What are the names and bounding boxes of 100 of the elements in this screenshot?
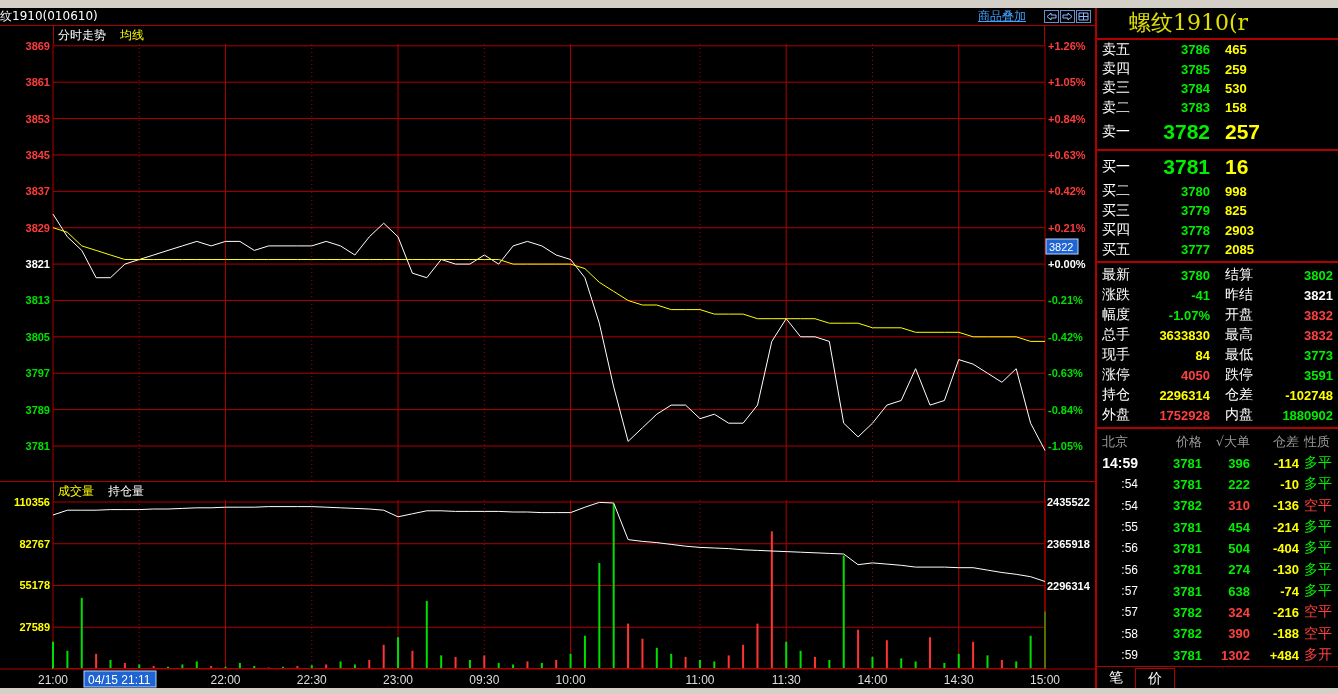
volume-value: 825	[1225, 203, 1248, 219]
axis-label: 3829	[25, 221, 50, 234]
stat-label: 最新	[1102, 266, 1131, 285]
stat-value: 3802	[1303, 267, 1333, 283]
legend-label: 持仓量	[108, 482, 144, 500]
volume-value: 16	[1225, 155, 1250, 180]
legend-label: 均线	[120, 26, 144, 44]
percent-label: +1.26%	[1048, 39, 1086, 52]
tick-nature: 空平	[1304, 603, 1333, 622]
time-label: 11:30	[771, 673, 801, 687]
tick-diff: -216	[1271, 604, 1299, 620]
tick-volume: 1302	[1220, 647, 1250, 663]
tick-price: 3781	[1172, 540, 1202, 556]
stat-label: 昨结	[1225, 286, 1254, 305]
time-label: 14:30	[943, 673, 974, 687]
time-label: 09:30	[469, 673, 500, 687]
tick-nature: 空平	[1304, 496, 1333, 515]
tick-nature: 多平	[1304, 454, 1333, 473]
symbol-title: 纹1910(010610)	[0, 8, 98, 25]
axis-label: 3797	[25, 367, 50, 380]
stat-value: -1.07%	[1167, 307, 1210, 323]
tick-nature: 多平	[1304, 560, 1333, 579]
axis-label: 3789	[25, 403, 50, 416]
stat-label: 最低	[1225, 346, 1254, 365]
volume-value: 2085	[1225, 242, 1255, 257]
axis-label: 2365918	[1047, 537, 1090, 550]
tick-diff: -10	[1279, 476, 1299, 492]
axis-label: 2296314	[1047, 579, 1090, 592]
price-value: 3780	[1180, 183, 1210, 199]
tick-time: :57	[1120, 584, 1138, 599]
column-header: 价格	[1175, 432, 1202, 451]
tick-time: :59	[1120, 648, 1138, 663]
price-value: 3786	[1180, 42, 1210, 58]
stat-label: 开盘	[1225, 306, 1254, 325]
tick-price: 3781	[1172, 583, 1202, 599]
price-value: 3783	[1180, 100, 1210, 116]
stat-label: 现手	[1102, 346, 1131, 365]
time-label: 14:00	[857, 673, 888, 687]
axis-label: 3853	[25, 112, 50, 125]
tick-volume: 638	[1227, 583, 1250, 599]
legend-label: 成交量	[58, 482, 94, 500]
tick-volume: 274	[1227, 562, 1250, 578]
tick-volume: 504	[1227, 540, 1250, 556]
column-header: 北京	[1102, 432, 1129, 451]
stat-value: -41	[1190, 287, 1210, 303]
tick-time: :57	[1120, 605, 1138, 620]
tick-price: 3781	[1172, 519, 1202, 535]
tick-volume: 454	[1227, 519, 1250, 535]
axis-label: 3805	[25, 330, 50, 343]
axis-label: 55178	[19, 579, 50, 592]
tick-price: 3782	[1172, 498, 1202, 514]
axis-label: 3781	[25, 440, 50, 452]
tick-price: 3781	[1172, 476, 1202, 492]
stat-label: 结算	[1225, 266, 1254, 285]
tick-time: :56	[1120, 562, 1138, 577]
volume-value: 257	[1225, 120, 1262, 145]
stat-label: 总手	[1102, 326, 1131, 345]
time-label: 10:00	[555, 673, 586, 687]
percent-label: -0.63%	[1048, 367, 1083, 380]
level-label: 买二	[1102, 182, 1131, 201]
stat-value: 2296314	[1158, 387, 1210, 403]
tick-diff: -114	[1272, 455, 1299, 471]
stat-value: 3821	[1303, 287, 1333, 303]
percent-label: -0.84%	[1048, 403, 1083, 416]
tick-price: 3781	[1172, 647, 1202, 663]
stat-label: 持仓	[1102, 386, 1131, 405]
price-cursor-label: 3822	[1045, 238, 1079, 255]
tick-time: :58	[1120, 626, 1138, 641]
axis-label: 82767	[19, 537, 50, 550]
axis-label: 3861	[25, 76, 50, 89]
time-label: 22:00	[210, 673, 241, 687]
percent-label: -0.42%	[1048, 330, 1083, 343]
tick-nature: 多开	[1304, 646, 1333, 665]
price-value: 3778	[1180, 222, 1210, 238]
axis-label: 3845	[25, 148, 50, 161]
tick-volume: 310	[1227, 498, 1250, 514]
tick-diff: +484	[1268, 647, 1299, 663]
tick-nature: 多平	[1304, 582, 1333, 601]
stat-value: 1752928	[1158, 407, 1210, 423]
percent-label: +0.63%	[1048, 148, 1086, 161]
time-label: 15:00	[1030, 673, 1060, 687]
tick-volume: 390	[1227, 626, 1250, 642]
time-label: 22:30	[296, 673, 327, 687]
tick-time: :54	[1120, 477, 1138, 492]
stat-label: 外盘	[1102, 406, 1131, 425]
stat-value: 3780	[1180, 267, 1210, 283]
stat-value: 3633830	[1158, 327, 1210, 343]
level-label: 卖三	[1102, 79, 1131, 98]
level-label: 卖一	[1102, 123, 1131, 142]
volume-value: 530	[1225, 80, 1248, 96]
volume-value: 2903	[1225, 222, 1255, 238]
tick-diff: -214	[1271, 519, 1299, 535]
stat-value: 84	[1194, 347, 1210, 363]
time-label: 11:00	[685, 673, 715, 687]
contract-title: 螺纹1910(r	[1129, 9, 1249, 37]
percent-label: +0.84%	[1048, 112, 1086, 125]
column-header: √大单	[1214, 432, 1250, 451]
axis-label: 2435522	[1047, 496, 1090, 509]
stat-label: 涨跌	[1102, 286, 1131, 305]
tick-diff: -188	[1271, 626, 1299, 642]
